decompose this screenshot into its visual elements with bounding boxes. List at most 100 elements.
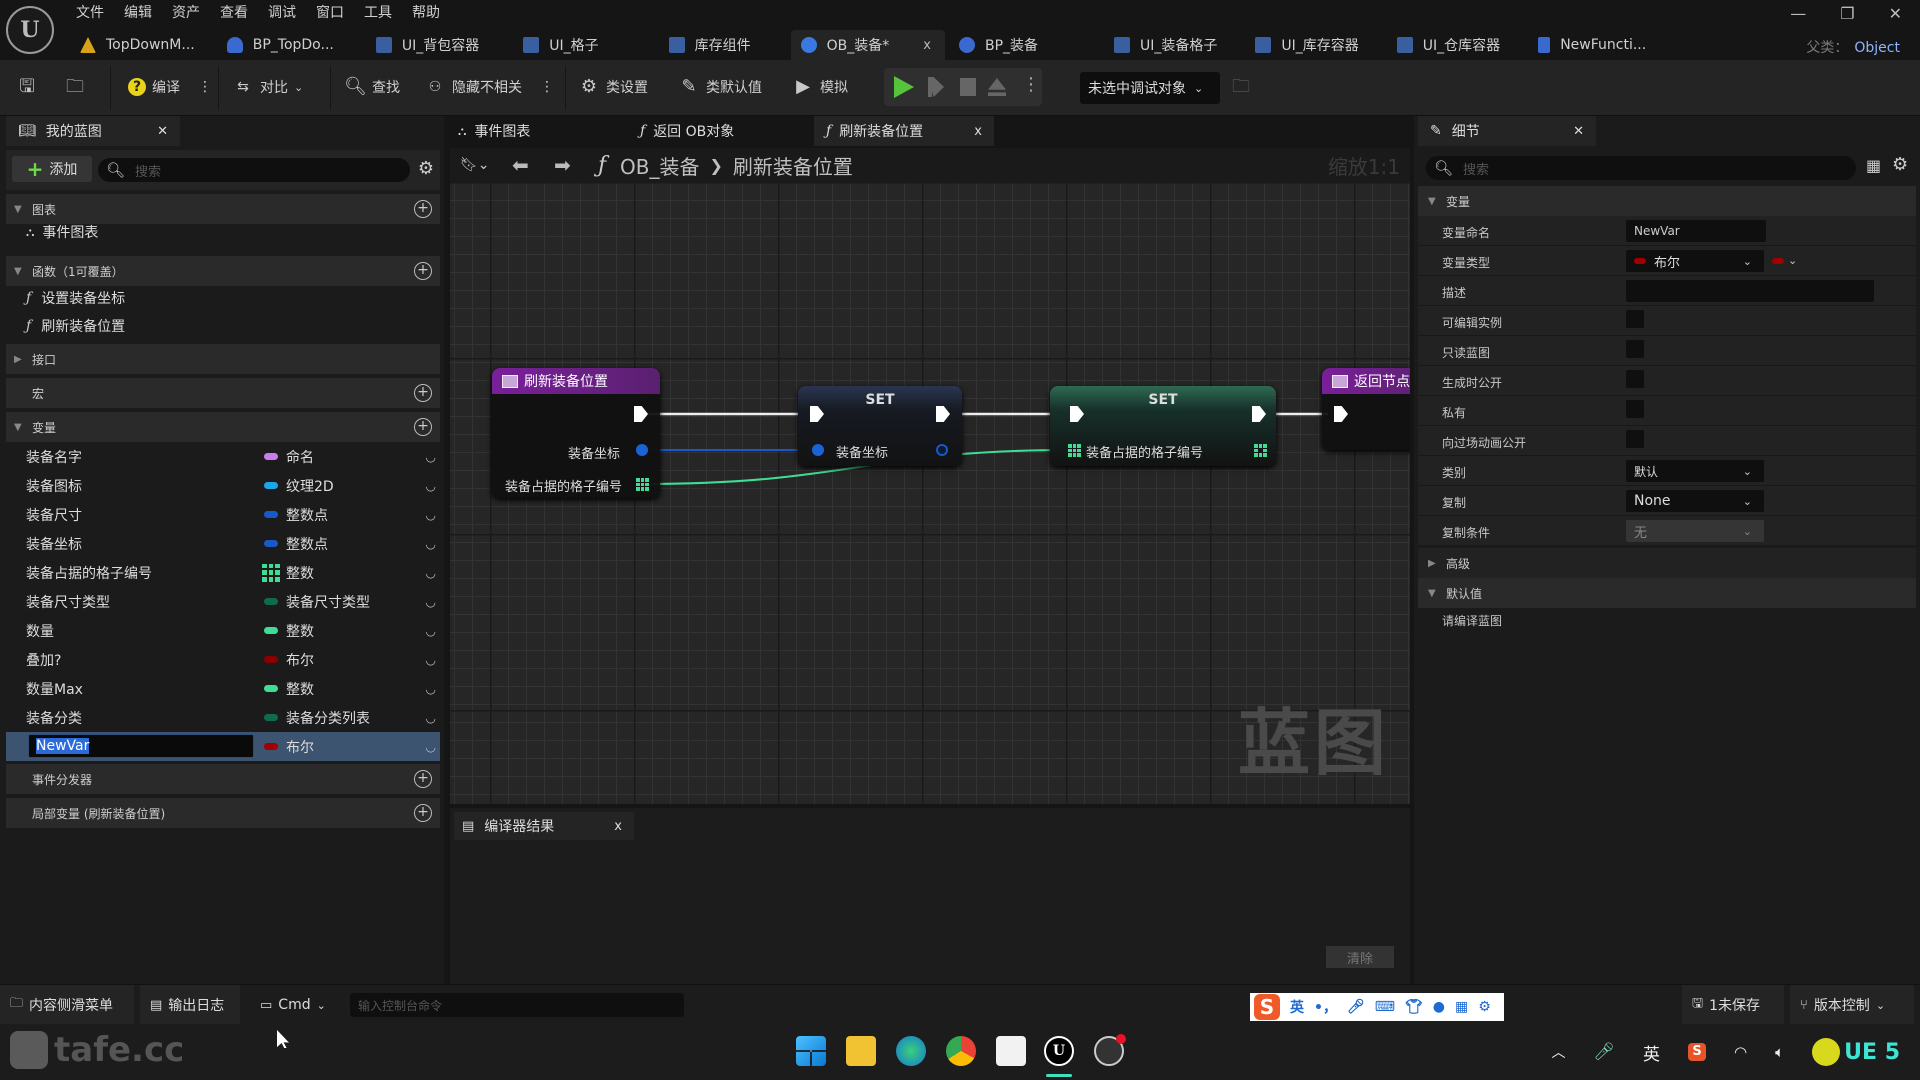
gear-icon[interactable]: ⚙ <box>418 158 434 179</box>
search-input[interactable]: 🔍︎ 搜索 <box>98 158 410 182</box>
breadcrumb-root[interactable]: OB_装备 <box>620 151 699 180</box>
add-macro-icon[interactable]: + <box>414 384 432 402</box>
wifi-icon[interactable]: ◠ <box>1734 1043 1747 1061</box>
more-vert-icon[interactable]: ⋮ <box>1022 74 1040 95</box>
function-item[interactable]: ƒ 设置装备坐标 <box>26 286 125 310</box>
unsaved-button[interactable]: 🖫 1未保存 <box>1682 985 1784 1025</box>
doc-tab[interactable]: TopDownM... <box>70 30 209 60</box>
type-pill-icon[interactable] <box>264 743 278 750</box>
browse-debug-button[interactable]: 🗀 <box>1230 72 1252 102</box>
console-command-input[interactable]: 输入控制台命令 <box>350 993 684 1017</box>
menu-asset[interactable]: 资产 <box>172 2 214 24</box>
variable-type[interactable]: 纹理2D <box>286 476 334 496</box>
variable-name-input[interactable]: NewVar <box>1626 220 1766 242</box>
edge-browser-icon[interactable] <box>896 1036 926 1066</box>
container-type-select[interactable]: ⌄ <box>1772 254 1797 267</box>
menu-help[interactable]: 帮助 <box>412 2 454 24</box>
section-default-value[interactable]: ▼ 默认值 <box>1418 578 1916 608</box>
data-out-pin[interactable] <box>936 444 948 456</box>
ime-settings-icon[interactable]: ⚙ <box>1478 999 1491 1015</box>
volume-icon[interactable]: 🔈︎ <box>1775 1043 1784 1061</box>
source-control-button[interactable]: ⑂ 版本控制 ⌄ <box>1790 985 1914 1025</box>
tab-return-ob-object[interactable]: ƒ 返回 OB对象 <box>640 116 734 146</box>
expose-to-cinematics-checkbox[interactable] <box>1626 430 1644 448</box>
set-node-grid-index[interactable]: SET 装备占据的格子编号 <box>1050 386 1276 466</box>
doc-tab[interactable]: UI_背包容器 <box>366 30 493 60</box>
variable-item[interactable]: 装备坐标 整数点 ◡ <box>6 529 440 558</box>
visibility-eye-icon[interactable]: ◡ <box>426 537 436 551</box>
return-node[interactable]: 返回节点 <box>1322 368 1410 450</box>
input-language[interactable]: 英 <box>1643 1040 1660 1065</box>
type-pill-icon[interactable] <box>264 540 278 547</box>
type-pill-icon[interactable] <box>264 656 278 663</box>
ime-language[interactable]: 英 <box>1290 997 1304 1017</box>
skin-icon[interactable]: 👕︎ <box>1405 999 1423 1015</box>
class-settings-button[interactable]: ⚙ 类设置 <box>578 72 648 102</box>
expose-on-spawn-checkbox[interactable] <box>1626 370 1644 388</box>
variable-type[interactable]: 整数 <box>286 621 314 641</box>
forward-arrow-icon[interactable]: ➡ <box>554 153 571 177</box>
exec-out-pin[interactable] <box>634 406 648 422</box>
windows-start-icon[interactable] <box>796 1036 826 1066</box>
compile-button[interactable]: ? 编译 <box>128 72 180 102</box>
close-icon[interactable]: x <box>614 819 622 834</box>
instance-editable-checkbox[interactable] <box>1626 310 1644 328</box>
assistant-icon[interactable]: ● <box>1433 999 1445 1015</box>
section-functions[interactable]: ▼ 函数（1可覆盖） + <box>6 256 440 286</box>
hide-options-button[interactable]: ⋮ <box>540 72 554 102</box>
data-out-pin[interactable] <box>636 444 648 456</box>
step-icon[interactable] <box>928 77 944 97</box>
ime-punctuation[interactable]: •， <box>1314 997 1337 1017</box>
section-variables[interactable]: ▼ 变量 + <box>6 412 440 442</box>
tab-compiler-results[interactable]: ▤ 编译器结果 x <box>454 812 634 840</box>
variable-type[interactable]: 布尔 <box>286 737 314 757</box>
visibility-eye-icon[interactable]: ◡ <box>426 624 436 638</box>
sogou-ime-icon[interactable]: S <box>1254 994 1280 1020</box>
graph-item-event-graph[interactable]: ⛬ 事件图表 <box>26 220 98 244</box>
unreal-engine-taskbar-icon[interactable]: U <box>1044 1036 1074 1066</box>
output-log-button[interactable]: ▤ 输出日志 <box>140 985 240 1025</box>
add-local-variable-icon[interactable]: + <box>414 804 432 822</box>
function-item[interactable]: ƒ 刷新装备位置 <box>26 314 125 338</box>
blueprint-graph-canvas[interactable]: 刷新装备位置 装备坐标 装备占据的格子编号 SET 装备坐标 SET 装备占据的… <box>450 182 1410 804</box>
doc-tab-active[interactable]: OB_装备* x <box>790 30 945 60</box>
doc-tab[interactable]: BP_装备 <box>949 30 1052 60</box>
visibility-eye-icon[interactable]: ◡ <box>426 740 436 754</box>
section-macros[interactable]: 宏 + <box>6 378 440 408</box>
description-input[interactable] <box>1626 280 1874 302</box>
variable-type-select[interactable]: 布尔 ⌄ <box>1626 250 1764 272</box>
visibility-eye-icon[interactable]: ◡ <box>426 595 436 609</box>
chrome-browser-icon[interactable] <box>946 1036 976 1066</box>
doc-tab[interactable]: UI_装备格子 <box>1104 30 1231 60</box>
doc-tab[interactable]: UI_格子 <box>513 30 612 60</box>
visibility-eye-icon[interactable]: ◡ <box>426 711 436 725</box>
class-defaults-button[interactable]: ✎ 类默认值 <box>678 72 762 102</box>
debug-object-select[interactable]: 未选中调试对象 ⌄ <box>1080 72 1220 104</box>
replication-select[interactable]: None ⌄ <box>1626 490 1764 512</box>
tab-event-graph[interactable]: ⛬ 事件图表 <box>458 116 530 146</box>
exec-out-pin[interactable] <box>1252 406 1266 422</box>
variable-type[interactable]: 整数 <box>286 679 314 699</box>
visibility-eye-icon[interactable]: ◡ <box>426 682 436 696</box>
private-checkbox[interactable] <box>1626 400 1644 418</box>
close-icon[interactable]: ✕ <box>1573 124 1584 139</box>
exec-in-pin[interactable] <box>1070 406 1084 422</box>
diff-button[interactable]: ⇆ 对比 ⌄ <box>232 72 303 102</box>
find-button[interactable]: 🔍︎ 查找 <box>344 72 400 102</box>
bookmark-icon[interactable]: 🔖︎⌄ <box>460 157 490 173</box>
stop-icon[interactable] <box>960 78 976 96</box>
parent-class-link[interactable]: Object <box>1854 40 1900 56</box>
variable-item[interactable]: 装备尺寸 整数点 ◡ <box>6 500 440 529</box>
add-function-icon[interactable]: + <box>414 262 432 280</box>
play-icon[interactable] <box>894 76 914 98</box>
close-icon[interactable]: ✕ <box>157 124 168 139</box>
variable-item[interactable]: 装备名字 命名 ◡ <box>6 442 440 471</box>
section-variable[interactable]: ▼ 变量 <box>1418 186 1916 216</box>
section-event-dispatchers[interactable]: 事件分发器 + <box>6 764 440 794</box>
back-arrow-icon[interactable]: ⬅ <box>512 153 529 177</box>
simulate-button[interactable]: ▶ 模拟 <box>792 72 848 102</box>
close-window-icon[interactable]: ✕ <box>1889 4 1902 23</box>
set-node-coordinate[interactable]: SET 装备坐标 <box>798 386 962 466</box>
type-pill-icon[interactable] <box>264 453 278 460</box>
browse-button[interactable]: 🗀 <box>64 72 86 102</box>
